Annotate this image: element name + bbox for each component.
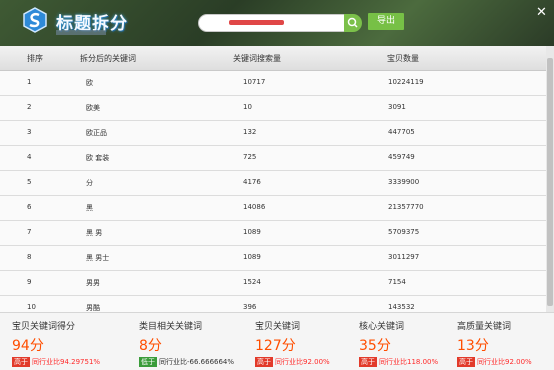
cell-keyword: 欧美 bbox=[86, 104, 100, 112]
cell-keyword: 黑 男 bbox=[86, 229, 103, 237]
table-row[interactable]: 7 黑 男 1089 5709375 bbox=[0, 220, 546, 246]
stat-item-keyword: 宝贝关键词 127分 高于 同行业比92.00% bbox=[255, 319, 330, 367]
search-icon bbox=[347, 17, 358, 28]
cell-search-volume: 132 bbox=[243, 128, 257, 136]
scrollbar-thumb[interactable] bbox=[547, 58, 553, 306]
search-input[interactable] bbox=[198, 14, 345, 32]
stat-item-keyword-score: 宝贝关键词得分 94分 高于 同行业比94.29751% bbox=[12, 319, 100, 367]
table-row[interactable]: 9 男男 1524 7154 bbox=[0, 270, 546, 296]
stat-value: 13分 bbox=[457, 338, 489, 354]
cell-keyword: 男酷 bbox=[86, 304, 100, 312]
stat-category-keyword: 类目相关关键词 8分 低于 同行业比-66.666664% bbox=[139, 319, 234, 367]
stat-title: 宝贝关键词得分 bbox=[12, 322, 76, 332]
table-row[interactable]: 6 黑 14086 21357770 bbox=[0, 195, 546, 221]
cell-item-count: 10224119 bbox=[388, 78, 424, 86]
cell-search-volume: 1089 bbox=[243, 228, 261, 236]
cell-search-volume: 725 bbox=[243, 153, 257, 161]
cell-item-count: 3339900 bbox=[388, 178, 420, 186]
stat-value: 94分 bbox=[12, 338, 44, 354]
cell-keyword: 分 bbox=[86, 179, 93, 187]
cell-item-count: 5709375 bbox=[388, 228, 420, 236]
app-header: 标题拆分 导出 ✕ bbox=[0, 0, 554, 46]
cell-search-volume: 10 bbox=[243, 103, 252, 111]
table-row[interactable]: 10 男酷 396 143532 bbox=[0, 295, 546, 312]
status-badge: 低于 bbox=[139, 357, 157, 367]
cell-item-count: 3011297 bbox=[388, 253, 420, 261]
stat-compare: 同行业比92.00% bbox=[275, 358, 330, 366]
app-logo-icon bbox=[23, 7, 47, 33]
search-button[interactable] bbox=[344, 14, 362, 32]
cell-item-count: 21357770 bbox=[388, 203, 424, 211]
keyword-table: 排序 拆分后的关键词 关键词搜索量 宝贝数量 1 欧 10717 1022411… bbox=[0, 46, 554, 312]
stat-value: 35分 bbox=[359, 338, 391, 354]
col-search-volume[interactable]: 关键词搜索量 bbox=[233, 53, 281, 64]
cell-keyword: 欧正品 bbox=[86, 129, 107, 137]
cell-rank: 2 bbox=[27, 103, 32, 111]
cell-rank: 6 bbox=[27, 203, 32, 211]
cell-item-count: 447705 bbox=[388, 128, 415, 136]
stat-title: 宝贝关键词 bbox=[255, 322, 301, 332]
cell-keyword: 黑 bbox=[86, 204, 93, 212]
status-badge: 高于 bbox=[359, 357, 377, 367]
table-header: 排序 拆分后的关键词 关键词搜索量 宝贝数量 bbox=[0, 46, 546, 71]
stat-compare: 同行业比-66.666664% bbox=[159, 358, 235, 366]
cell-item-count: 3091 bbox=[388, 103, 406, 111]
stat-compare: 同行业比118.00% bbox=[379, 358, 439, 366]
stat-compare: 同行业比92.00% bbox=[477, 358, 532, 366]
stat-title: 高质量关键词 bbox=[457, 322, 512, 332]
score-summary: 宝贝关键词得分 94分 高于 同行业比94.29751% 类目相关关键词 8分 低… bbox=[0, 312, 554, 370]
stat-value: 8分 bbox=[139, 338, 162, 354]
stat-title: 类目相关关键词 bbox=[139, 322, 203, 332]
stat-quality-keyword: 高质量关键词 13分 高于 同行业比92.00% bbox=[457, 319, 532, 367]
table-row[interactable]: 8 黑 男士 1089 3011297 bbox=[0, 245, 546, 271]
stat-compare: 同行业比94.29751% bbox=[32, 358, 101, 366]
cell-rank: 10 bbox=[27, 303, 36, 311]
close-icon[interactable]: ✕ bbox=[536, 5, 547, 20]
cell-item-count: 7154 bbox=[388, 278, 406, 286]
table-row[interactable]: 2 欧美 10 3091 bbox=[0, 95, 546, 121]
cell-search-volume: 14086 bbox=[243, 203, 266, 211]
status-badge: 高于 bbox=[255, 357, 273, 367]
cell-search-volume: 1089 bbox=[243, 253, 261, 261]
search-redacted-text bbox=[229, 20, 284, 25]
table-row[interactable]: 1 欧 10717 10224119 bbox=[0, 70, 546, 96]
cell-rank: 9 bbox=[27, 278, 32, 286]
cell-keyword: 欧 套装 bbox=[86, 154, 110, 162]
cell-rank: 8 bbox=[27, 253, 32, 261]
col-item-count[interactable]: 宝贝数量 bbox=[387, 53, 419, 64]
cell-item-count: 143532 bbox=[388, 303, 415, 311]
cell-keyword: 男男 bbox=[86, 279, 100, 287]
cell-keyword: 欧 bbox=[86, 79, 93, 87]
col-rank[interactable]: 排序 bbox=[27, 53, 43, 64]
cell-rank: 4 bbox=[27, 153, 32, 161]
stat-value: 127分 bbox=[255, 338, 296, 354]
cell-search-volume: 4176 bbox=[243, 178, 261, 186]
export-button[interactable]: 导出 bbox=[368, 13, 404, 30]
cell-search-volume: 10717 bbox=[243, 78, 266, 86]
status-badge: 高于 bbox=[12, 357, 30, 367]
cell-search-volume: 1524 bbox=[243, 278, 261, 286]
stat-title: 核心关键词 bbox=[359, 322, 405, 332]
cell-rank: 5 bbox=[27, 178, 32, 186]
cell-rank: 3 bbox=[27, 128, 32, 136]
cell-search-volume: 396 bbox=[243, 303, 257, 311]
cell-item-count: 459749 bbox=[388, 153, 415, 161]
table-scrollbar[interactable] bbox=[546, 46, 554, 312]
cell-rank: 7 bbox=[27, 228, 32, 236]
cell-rank: 1 bbox=[27, 78, 32, 86]
stat-core-keyword: 核心关键词 35分 高于 同行业比118.00% bbox=[359, 319, 438, 367]
app-subtitle-redacted bbox=[56, 30, 106, 35]
col-keyword[interactable]: 拆分后的关键词 bbox=[80, 53, 136, 64]
table-row[interactable]: 5 分 4176 3339900 bbox=[0, 170, 546, 196]
table-row[interactable]: 4 欧 套装 725 459749 bbox=[0, 145, 546, 171]
cell-keyword: 黑 男士 bbox=[86, 254, 110, 262]
table-row[interactable]: 3 欧正品 132 447705 bbox=[0, 120, 546, 146]
status-badge: 高于 bbox=[457, 357, 475, 367]
